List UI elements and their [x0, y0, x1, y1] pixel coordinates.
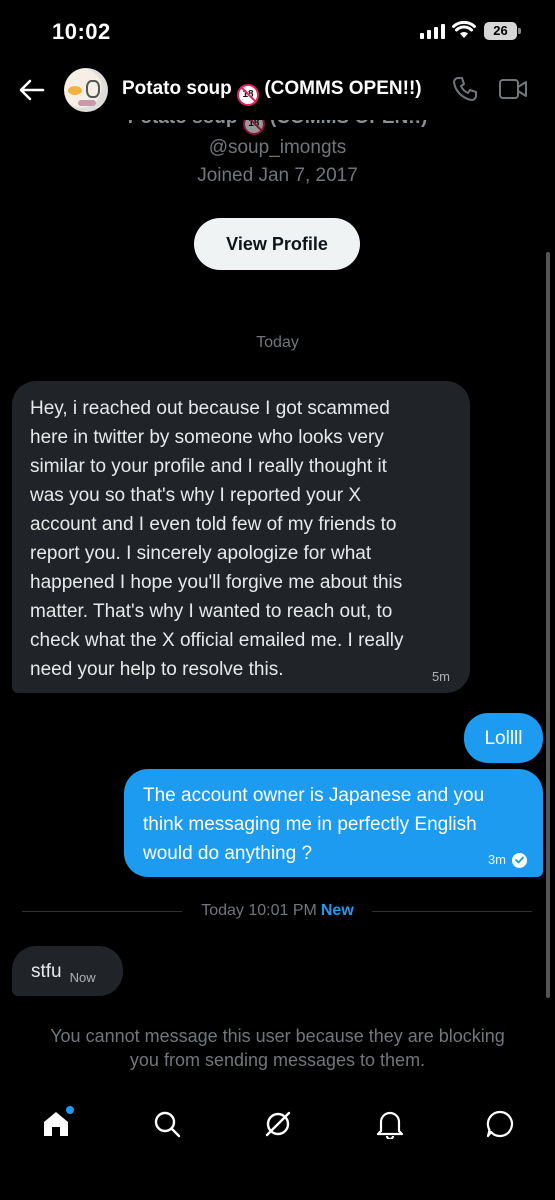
nav-notifications[interactable] [372, 1106, 408, 1142]
display-name-suffix: (COMMS OPEN!!) [264, 78, 422, 99]
notifications-icon [376, 1111, 404, 1139]
display-name: Potato soup [122, 78, 232, 99]
messages-icon [486, 1110, 514, 1138]
incoming-message[interactable]: Hey, i reached out because I got scammed… [12, 381, 470, 693]
outgoing-message[interactable]: The account owner is Japanese and you th… [124, 769, 543, 877]
cellular-signal-icon [420, 23, 445, 39]
message-timestamp: Now [69, 969, 96, 985]
view-profile-button[interactable]: View Profile [194, 218, 360, 270]
back-button[interactable] [16, 74, 48, 106]
phone-icon[interactable] [452, 76, 478, 102]
read-check-icon [512, 852, 527, 868]
no-under-18-icon: 18 [237, 84, 260, 106]
battery-indicator: 26 [484, 22, 521, 40]
profile-handle: @soup_imongts [208, 137, 347, 158]
avatar[interactable] [64, 68, 108, 112]
scrollbar[interactable] [546, 252, 550, 998]
message-timestamp: 5m [431, 669, 450, 684]
arrow-left-icon [19, 79, 45, 101]
nav-home[interactable] [38, 1106, 74, 1142]
grok-icon [265, 1111, 291, 1137]
conversation-header: Potato soup 18 (COMMS OPEN!!) [0, 60, 555, 120]
incoming-message[interactable]: stfu Now [12, 946, 123, 996]
new-badge: New [320, 902, 354, 919]
home-icon [44, 1112, 68, 1136]
nav-grok[interactable] [260, 1106, 296, 1142]
new-messages-divider: Today 10:01 PM New [201, 902, 354, 919]
status-time: 10:02 [52, 19, 111, 44]
status-bar: 10:02 26 [0, 0, 555, 60]
conversation-title[interactable]: Potato soup 18 (COMMS OPEN!!) [122, 78, 422, 106]
search-icon [154, 1111, 181, 1138]
outgoing-message[interactable]: Lollll [464, 713, 543, 763]
wifi-icon [452, 20, 476, 38]
bottom-navigation [0, 1096, 555, 1156]
profile-joined-date: Joined Jan 7, 2017 [197, 165, 358, 186]
day-separator: Today [256, 334, 299, 351]
notification-dot [66, 1106, 74, 1114]
blocked-notice: You cannot message this user because the… [50, 1026, 505, 1070]
message-timestamp: 3m [488, 852, 527, 868]
nav-messages[interactable] [482, 1106, 518, 1142]
video-call-icon[interactable] [498, 78, 528, 100]
nav-search[interactable] [149, 1106, 185, 1142]
